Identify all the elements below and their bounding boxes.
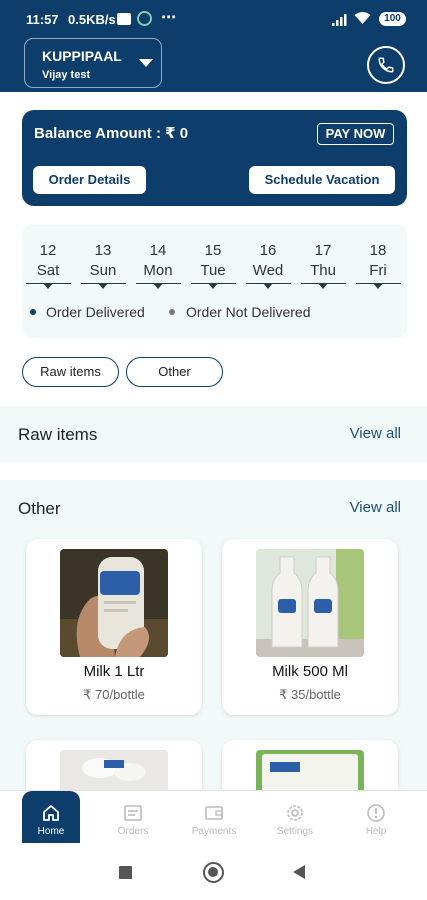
notification-app-icon — [137, 11, 152, 26]
legend-not-delivered: Order Not Delivered — [186, 304, 311, 320]
date-strip: 12 Sat 13 Sun 14 Mon 15 Tue 16 Wed 17 Th… — [22, 225, 407, 338]
schedule-vacation-button[interactable]: Schedule Vacation — [249, 166, 395, 194]
section-title: Other — [18, 499, 61, 518]
status-network-speed: 0.5KB/s — [68, 12, 116, 27]
home-system-icon[interactable] — [203, 862, 224, 883]
caret-down-icon — [98, 283, 108, 289]
recents-icon[interactable] — [119, 866, 132, 879]
nav-orders[interactable]: Orders — [104, 791, 162, 844]
date-day: Sun — [89, 262, 117, 279]
back-icon[interactable] — [293, 865, 305, 879]
date-number: 14 — [149, 242, 167, 259]
product-name: Milk 1 Ltr — [83, 663, 145, 680]
date-item[interactable]: 16 Wed — [245, 241, 291, 281]
orders-icon — [124, 805, 142, 821]
caret-down-icon — [318, 283, 328, 289]
date-number: 16 — [259, 242, 277, 259]
date-number: 13 — [94, 242, 112, 259]
date-day: Mon — [143, 262, 173, 279]
system-navigation-bar — [0, 843, 427, 900]
message-icon — [117, 13, 131, 25]
app-header: 11:57 0.5KB/s ⋯ 100 KUPPIPAAL Vijay test — [0, 0, 427, 92]
nav-home[interactable]: Home — [22, 791, 80, 844]
date-item[interactable]: 14 Mon — [135, 241, 181, 281]
not-delivered-dot-icon — [169, 309, 175, 315]
product-name: Milk 500 Ml — [272, 663, 348, 680]
date-day: Wed — [252, 262, 284, 279]
status-time: 11:57 — [26, 12, 59, 27]
date-number: 12 — [39, 242, 57, 259]
date-number: 15 — [204, 242, 222, 259]
home-icon — [43, 805, 59, 821]
phone-icon — [378, 57, 394, 73]
nav-help[interactable]: Help — [347, 791, 405, 844]
bottom-navigation: Home Orders Payments Settings Help — [0, 790, 427, 844]
wifi-icon — [354, 12, 371, 24]
pay-now-button[interactable]: PAY NOW — [317, 123, 394, 145]
store-customer-name: Vijay test — [42, 69, 91, 81]
caret-down-icon — [139, 59, 153, 67]
date-item[interactable]: 18 Fri — [355, 241, 401, 281]
caret-down-icon — [153, 283, 163, 289]
settings-icon — [287, 805, 303, 821]
raw-items-section: Raw items View all — [0, 406, 427, 462]
nav-label: Payments — [191, 826, 237, 837]
date-number: 18 — [369, 242, 387, 259]
caret-down-icon — [373, 283, 383, 289]
product-card[interactable]: Milk 500 Ml ₹ 35/bottle — [222, 539, 398, 715]
date-day: Sat — [36, 262, 60, 279]
payments-icon — [205, 806, 223, 820]
product-price: ₹ 35/bottle — [279, 687, 341, 702]
view-all-other-link[interactable]: View all — [350, 499, 401, 516]
date-day: Thu — [310, 262, 336, 279]
date-day: Fri — [369, 262, 387, 279]
date-number: 17 — [314, 242, 332, 259]
order-details-button[interactable]: Order Details — [33, 166, 146, 194]
nav-settings[interactable]: Settings — [266, 791, 324, 844]
date-item[interactable]: 13 Sun — [80, 241, 126, 281]
status-bar: 11:57 0.5KB/s ⋯ 100 — [0, 0, 427, 38]
product-price: ₹ 70/bottle — [83, 687, 145, 702]
help-icon — [367, 804, 385, 822]
delivered-dot-icon — [30, 309, 36, 315]
chip-raw-items[interactable]: Raw items — [22, 357, 119, 387]
nav-label: Orders — [117, 826, 149, 837]
more-notifications-icon: ⋯ — [161, 9, 177, 26]
caret-down-icon — [263, 283, 273, 289]
nav-label: Help — [365, 826, 387, 837]
legend-delivered: Order Delivered — [46, 304, 145, 320]
product-card[interactable]: Milk 1 Ltr ₹ 70/bottle — [26, 539, 202, 715]
chip-other[interactable]: Other — [126, 357, 223, 387]
date-day: Tue — [200, 262, 226, 279]
store-name: KUPPIPAAL — [42, 48, 122, 64]
caret-down-icon — [208, 283, 218, 289]
nav-payments[interactable]: Payments — [185, 791, 243, 844]
store-selector[interactable]: KUPPIPAAL Vijay test — [24, 38, 162, 88]
caret-down-icon — [43, 283, 53, 289]
date-item[interactable]: 17 Thu — [300, 241, 346, 281]
call-button[interactable] — [367, 46, 405, 84]
other-section: Other View all Milk 1 Ltr ₹ 70/bottle Mi… — [0, 480, 427, 900]
date-item[interactable]: 15 Tue — [190, 241, 236, 281]
nav-label: Settings — [276, 826, 314, 837]
balance-amount: Balance Amount : ₹ 0 — [34, 125, 189, 142]
date-item[interactable]: 12 Sat — [25, 241, 71, 281]
balance-card: Balance Amount : ₹ 0 PAY NOW Order Detai… — [22, 110, 407, 206]
section-title: Raw items — [18, 425, 98, 444]
signal-icon — [332, 14, 347, 26]
view-all-raw-items-link[interactable]: View all — [350, 425, 401, 442]
product-image-milk-500-ml — [256, 549, 364, 657]
product-image-milk-1-ltr — [60, 549, 168, 657]
battery-icon: 100 — [379, 12, 406, 26]
nav-label: Home — [37, 826, 65, 837]
